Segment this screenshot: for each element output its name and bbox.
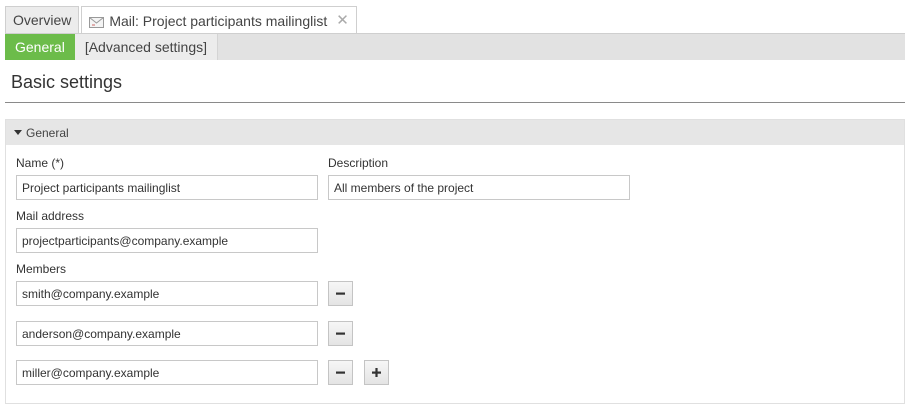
general-panel-title: General (26, 125, 69, 140)
mail-address-label: Mail address (16, 209, 85, 223)
plus-icon (372, 368, 381, 377)
tab-general[interactable]: General (5, 34, 75, 60)
document-tabs: Overview Mail: Project participants mail… (5, 6, 359, 34)
name-input[interactable] (16, 175, 318, 200)
tab-advanced-settings[interactable]: [Advanced settings] (74, 34, 218, 60)
remove-member-button-2[interactable] (328, 321, 353, 346)
member-input-3[interactable] (16, 360, 318, 385)
tab-advanced-settings-label: [Advanced settings] (84, 39, 207, 55)
tab-general-label: General (15, 39, 65, 55)
remove-member-button-3[interactable] (328, 360, 353, 385)
tab-mail-label: Mail: Project participants mailinglist (109, 12, 328, 29)
close-icon[interactable]: ✕ (336, 13, 349, 28)
tab-mail[interactable]: Mail: Project participants mailinglist ✕ (81, 6, 357, 34)
caret-down-icon (14, 130, 22, 135)
member-input-1[interactable] (16, 281, 318, 306)
section-divider (5, 102, 905, 103)
remove-member-button-1[interactable] (328, 281, 353, 306)
add-member-button[interactable] (364, 360, 389, 385)
tab-overview-label: Overview (13, 12, 72, 28)
mail-address-input[interactable] (16, 228, 318, 253)
settings-tabs: General [Advanced settings] (5, 33, 905, 60)
section-title: Basic settings (11, 72, 123, 92)
description-input[interactable] (328, 175, 630, 200)
mail-icon (89, 15, 105, 28)
general-panel: General Name (*) Description Mail addres… (5, 119, 905, 404)
minus-icon (336, 371, 345, 374)
tab-overview[interactable]: Overview (5, 6, 80, 33)
name-label: Name (*) (16, 156, 65, 170)
member-input-2[interactable] (16, 321, 318, 346)
members-label: Members (16, 262, 67, 276)
description-label: Description (328, 156, 389, 170)
general-panel-header[interactable]: General (6, 120, 904, 145)
minus-icon (336, 292, 345, 295)
minus-icon (336, 332, 345, 335)
